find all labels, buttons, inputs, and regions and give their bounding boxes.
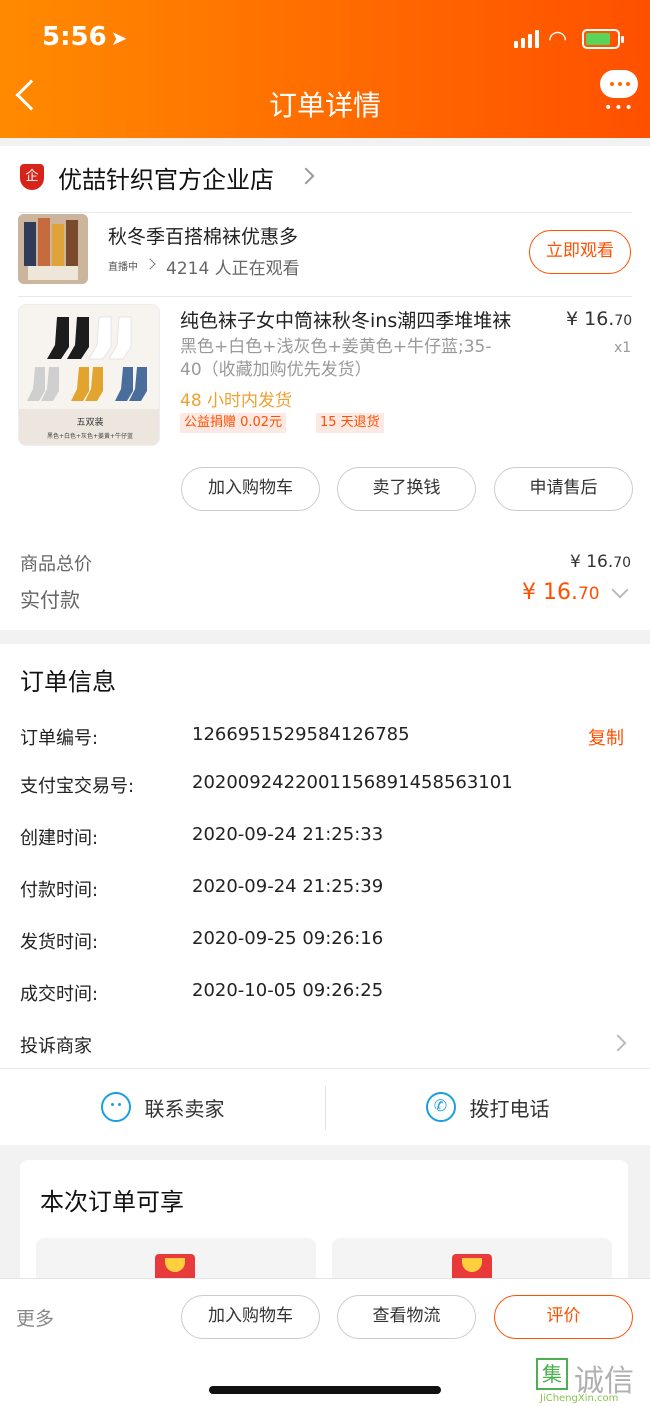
phone-icon: ✆ — [425, 1092, 456, 1122]
product-quantity: x1 — [614, 340, 632, 356]
shipping-note: 48 小时内发货 — [180, 391, 293, 411]
total-price-label: 商品总价 — [20, 554, 92, 575]
created-time-label: 创建时间: — [20, 828, 99, 849]
created-time-value: 2020-09-24 21:25:33 — [192, 824, 384, 845]
contact-seller-label: 联系卖家 — [144, 1096, 225, 1121]
order-number-value: 1266951529584126785 — [192, 724, 410, 745]
chat-icon — [100, 1092, 131, 1122]
shipped-time-label: 发货时间: — [20, 932, 99, 953]
watermark-logo: 集 — [536, 1358, 568, 1390]
battery-icon — [582, 29, 624, 49]
product-price: ¥ 16.70 — [566, 308, 633, 330]
divider — [18, 212, 632, 213]
contact-seller-button[interactable]: 联系卖家 — [0, 1070, 325, 1144]
benefits-title: 本次订单可享 — [40, 1188, 184, 1216]
product-name[interactable]: 纯色袜子女中筒袜秋冬ins潮四季堆堆袜 — [180, 306, 550, 333]
product-spec: 黑色+白色+浅灰色+姜黄色+牛仔蓝;35-40（收藏加购优先发货） — [180, 337, 492, 380]
status-time: 5:56 ➤ — [42, 22, 128, 52]
return-tag: 15 天退货 — [316, 413, 384, 433]
more-link[interactable]: 更多 — [16, 1304, 54, 1331]
product-image-caption: 五双装 — [76, 418, 104, 428]
complain-seller-link[interactable]: 投诉商家 — [20, 1032, 92, 1058]
watch-now-button[interactable]: 立即观看 — [529, 230, 631, 274]
home-indicator[interactable] — [209, 1386, 441, 1394]
location-arrow-icon: ➤ — [110, 26, 128, 50]
call-label: 拨打电话 — [469, 1096, 550, 1121]
cellular-signal-icon — [514, 30, 539, 48]
divider — [0, 1068, 650, 1069]
bottom-add-to-cart-button[interactable]: 加入购物车 — [181, 1295, 320, 1339]
shop-name[interactable]: 优喆针织官方企业店 — [58, 160, 274, 195]
message-more-icon[interactable] — [600, 70, 638, 98]
header: 5:56 ➤ ◠ 订单详情 ••• — [0, 0, 650, 138]
completed-time-value: 2020-10-05 09:26:25 — [192, 980, 384, 1001]
add-to-cart-button[interactable]: 加入购物车 — [181, 467, 320, 511]
order-info-title: 订单信息 — [20, 668, 116, 696]
call-button[interactable]: ✆ 拨打电话 — [325, 1070, 650, 1144]
alipay-number-value: 2020092422001156891458563101 — [192, 772, 513, 793]
live-title[interactable]: 秋冬季百搭棉袜优惠多 — [108, 222, 298, 249]
live-thumbnail[interactable] — [18, 214, 88, 284]
live-viewers: 4214 人正在观看 — [166, 259, 300, 279]
shipped-time-value: 2020-09-25 09:26:16 — [192, 928, 384, 949]
review-button[interactable]: 评价 — [494, 1295, 633, 1339]
live-badge: 直播中 — [108, 262, 138, 273]
enterprise-shop-icon: 企 — [20, 164, 44, 190]
product-image[interactable]: 五双装 黑色+白色+灰色+姜黄+牛仔蓝 — [18, 304, 160, 446]
after-sales-button[interactable]: 申请售后 — [494, 467, 633, 511]
paid-time-label: 付款时间: — [20, 880, 99, 901]
completed-time-label: 成交时间: — [20, 984, 99, 1005]
alipay-number-label: 支付宝交易号: — [20, 776, 135, 797]
charity-tag: 公益捐赠 0.02元 — [180, 413, 287, 433]
product-image-subcaption: 黑色+白色+灰色+姜黄+牛仔蓝 — [46, 433, 134, 440]
paid-amount-value: ¥ 16.70 — [522, 580, 600, 605]
paid-time-value: 2020-09-24 21:25:39 — [192, 876, 384, 897]
paid-amount-label: 实付款 — [20, 588, 80, 612]
wifi-icon: ◠ — [548, 27, 568, 52]
page-title: 订单详情 — [268, 89, 381, 122]
view-logistics-button[interactable]: 查看物流 — [337, 1295, 476, 1339]
more-dots-icon[interactable]: ••• — [604, 100, 635, 116]
watermark-subtext: JiChengXin.com — [540, 1393, 619, 1404]
divider — [18, 296, 632, 297]
sell-for-cash-button[interactable]: 卖了换钱 — [337, 467, 476, 511]
order-number-label: 订单编号: — [20, 728, 99, 749]
copy-button[interactable]: 复制 — [588, 724, 624, 750]
total-price-value: ¥ 16.70 — [570, 552, 632, 572]
